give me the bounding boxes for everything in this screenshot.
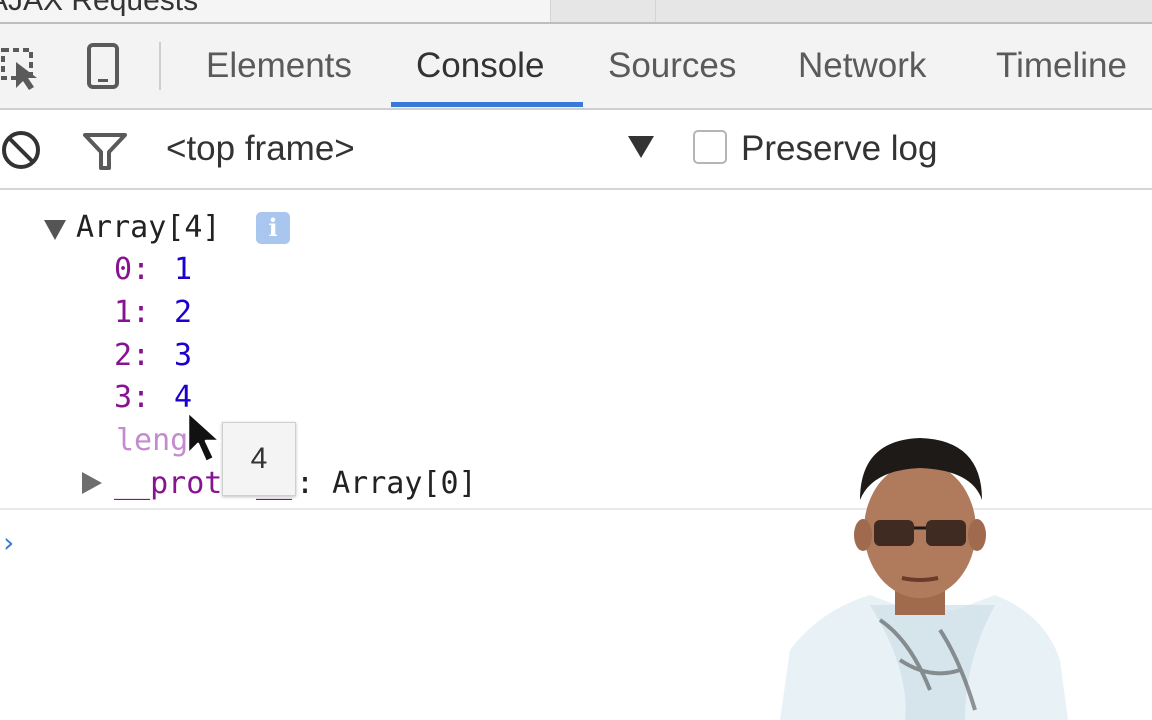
- browser-tab-title: AJAX Requests: [0, 0, 199, 17]
- entry-key: 3: [114, 380, 133, 415]
- mouse-cursor-icon: [186, 410, 222, 464]
- console-prompt[interactable]: ›: [0, 526, 17, 559]
- entry-colon: :: [132, 380, 151, 415]
- entry-colon: :: [132, 295, 151, 330]
- tab-network[interactable]: Network: [798, 46, 926, 86]
- length-key: leng: [116, 423, 189, 458]
- filter-icon[interactable]: [82, 132, 128, 172]
- value-tooltip: 4: [222, 422, 296, 496]
- collapse-triangle-icon[interactable]: [44, 220, 66, 240]
- tab-console[interactable]: Console: [416, 46, 544, 86]
- preserve-log-checkbox[interactable]: [693, 130, 727, 164]
- entry-value: 2: [174, 295, 193, 330]
- entry-value: 3: [174, 338, 193, 373]
- browser-tab-active[interactable]: AJAX Requests: [0, 0, 550, 22]
- context-selector[interactable]: <top frame>: [166, 129, 355, 169]
- entry-key: 1: [114, 295, 133, 330]
- device-mode-icon[interactable]: [86, 42, 120, 90]
- toolbar-separator: [159, 42, 161, 90]
- browser-tab[interactable]: [655, 0, 1152, 22]
- browser-tabstrip: AJAX Requests: [0, 0, 1152, 24]
- active-tab-indicator: [391, 102, 583, 107]
- tab-timeline[interactable]: Timeline: [996, 46, 1127, 86]
- clear-console-icon[interactable]: [0, 129, 42, 171]
- expand-triangle-icon[interactable]: [82, 472, 102, 494]
- chevron-down-icon[interactable]: [628, 136, 654, 158]
- entry-key: 0: [114, 252, 133, 287]
- devtools-toolbar: Elements Console Sources Network Timelin…: [0, 24, 1152, 110]
- entry-colon: :: [132, 252, 151, 287]
- array-label[interactable]: Array[4]: [76, 210, 221, 245]
- entry-value: 1: [174, 252, 193, 287]
- info-icon[interactable]: i: [256, 212, 290, 244]
- entry-colon: :: [132, 338, 151, 373]
- console-toolbar: <top frame> Preserve log: [0, 110, 1152, 190]
- preserve-log-label[interactable]: Preserve log: [741, 129, 937, 169]
- browser-tab[interactable]: [550, 0, 655, 22]
- tab-sources[interactable]: Sources: [608, 46, 736, 86]
- tab-elements[interactable]: Elements: [206, 46, 352, 86]
- presenter-webcam: [780, 438, 1068, 720]
- proto-value: : Array[0]: [296, 466, 477, 501]
- proto-key[interactable]: __prot: [114, 466, 222, 501]
- inspect-element-icon[interactable]: [0, 46, 46, 92]
- entry-key: 2: [114, 338, 133, 373]
